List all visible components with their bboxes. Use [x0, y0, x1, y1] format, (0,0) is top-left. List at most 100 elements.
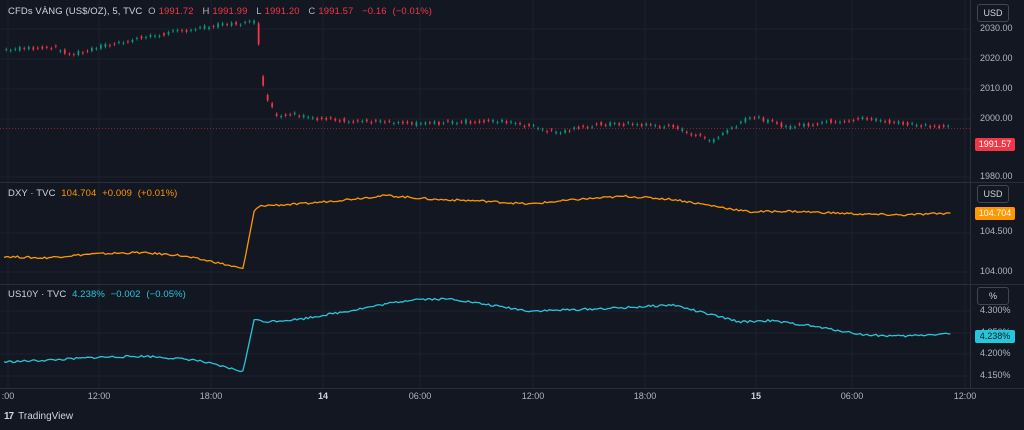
gold-candle	[190, 29, 192, 31]
xtick: 12:00	[87, 391, 111, 401]
gold-candle	[415, 122, 418, 126]
gold-candle	[654, 125, 657, 127]
xtick: 06:00	[408, 391, 432, 401]
dxy-value: 104.704	[61, 188, 97, 199]
gold-candle	[379, 120, 382, 123]
gold-ytick: 1980.00	[980, 171, 1013, 181]
gold-candle	[27, 46, 30, 50]
gold-candle	[893, 121, 896, 123]
gold-candle	[113, 43, 116, 45]
gold-candle	[834, 121, 837, 123]
gold-candle	[483, 120, 485, 123]
chart-canvas[interactable]	[0, 0, 1024, 430]
gold-candle	[401, 121, 404, 124]
gold-candle	[329, 117, 332, 119]
gold-candle	[726, 130, 729, 134]
gold-candle	[942, 125, 945, 127]
gold-candle	[924, 124, 927, 126]
gold-candle	[140, 36, 143, 39]
us10y-change-pct: (−0.05%)	[146, 289, 186, 300]
gold-candle	[915, 124, 918, 127]
gold-candle	[41, 46, 44, 49]
gold-candle	[645, 123, 648, 126]
gold-candle	[95, 48, 98, 50]
gold-candle	[492, 120, 494, 122]
gold-candle	[947, 125, 950, 127]
xtick: 12:00	[521, 391, 545, 401]
gold-candle	[510, 121, 512, 123]
gold-candle	[816, 123, 819, 125]
gold-candle	[343, 118, 346, 122]
gold-candle	[622, 123, 625, 126]
gold-candle	[253, 20, 256, 24]
gold-candle	[356, 120, 359, 122]
gold-candle	[582, 125, 585, 127]
gold-candle	[410, 122, 413, 125]
dxy-change-pct: (+0.01%)	[137, 188, 178, 199]
dxy-change: +0.009	[102, 188, 133, 199]
gold-candle	[63, 49, 66, 54]
gold-candle	[785, 125, 787, 127]
gold-candle	[397, 122, 400, 124]
gold-candle	[888, 119, 891, 124]
us10y-change: −0.002	[110, 289, 141, 300]
gold-candle	[550, 129, 553, 131]
gold-candle	[442, 122, 445, 124]
gold-candle	[176, 30, 179, 32]
dxy-ytick: 104.000	[980, 266, 1013, 276]
dxy-ytick: 104.500	[980, 226, 1013, 236]
gold-change: −0.16	[362, 6, 387, 17]
gold-candle	[852, 119, 855, 121]
us10y-unit-button[interactable]: %	[977, 287, 1009, 305]
gold-candle	[694, 134, 697, 136]
gold-candle	[595, 123, 598, 125]
gold-ytick: 2010.00	[980, 83, 1013, 93]
gold-candle	[600, 122, 603, 126]
gold-candle	[81, 52, 84, 54]
gold-candle	[438, 122, 440, 125]
gold-candle	[36, 47, 39, 49]
gold-candle	[284, 114, 287, 116]
gold-candle	[221, 23, 224, 26]
gold-candle	[293, 112, 296, 115]
tradingview-logo[interactable]: 17 TradingView	[4, 411, 73, 422]
gold-candle	[559, 132, 562, 134]
gold-candle	[90, 47, 93, 51]
gold-candle	[640, 124, 643, 127]
gold-candle	[302, 115, 305, 118]
gold-candle	[586, 127, 589, 129]
gold-candle	[681, 128, 684, 132]
gold-candle	[131, 39, 134, 42]
gold-candle	[109, 45, 111, 47]
gold-candle	[848, 120, 850, 122]
gold-candle	[460, 121, 463, 123]
gold-candle	[636, 124, 639, 126]
gold-candle	[672, 125, 675, 128]
gold-candle	[23, 48, 26, 50]
gold-candle	[478, 120, 481, 123]
dxy-unit-button[interactable]: USD	[977, 185, 1009, 203]
gold-candle	[181, 30, 183, 32]
gold-candle	[203, 25, 206, 29]
gold-candle	[77, 50, 80, 55]
gold-unit-button[interactable]: USD	[977, 4, 1009, 22]
xtick: 18:00	[633, 391, 657, 401]
gold-candle	[474, 121, 476, 123]
gold-legend: CFDs VÀNG (US$/OZ), 5, TVC O 1991.72 H 199…	[8, 6, 435, 17]
gold-candle	[419, 123, 422, 125]
gold-high: H 1991.99	[202, 6, 248, 17]
gold-candle	[712, 139, 715, 143]
gold-candle	[172, 30, 174, 32]
gold-candle	[879, 120, 882, 122]
gold-candle	[212, 26, 215, 28]
gold-candle	[451, 121, 454, 124]
gold-candle	[776, 122, 778, 124]
gold-candle	[14, 48, 17, 50]
gold-candle	[167, 32, 170, 35]
gold-candle	[257, 23, 260, 45]
gold-candle	[839, 121, 841, 123]
gold-candle	[658, 126, 661, 128]
gold-candle	[825, 121, 828, 123]
gold-candle	[487, 119, 490, 122]
xtick: :00	[1, 391, 15, 401]
